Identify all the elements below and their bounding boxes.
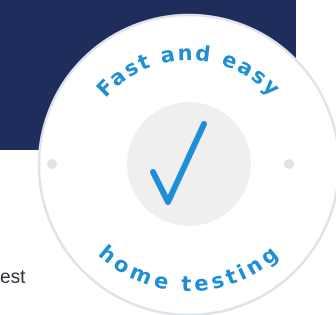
home-testing-badge: Fast and easy home testing [37, 13, 336, 315]
badge-right-dot [284, 159, 294, 169]
badge-left-dot [47, 159, 57, 169]
promo-graphic: est Fast and easy home testing [0, 0, 336, 315]
badge-inner-circle [127, 102, 251, 226]
